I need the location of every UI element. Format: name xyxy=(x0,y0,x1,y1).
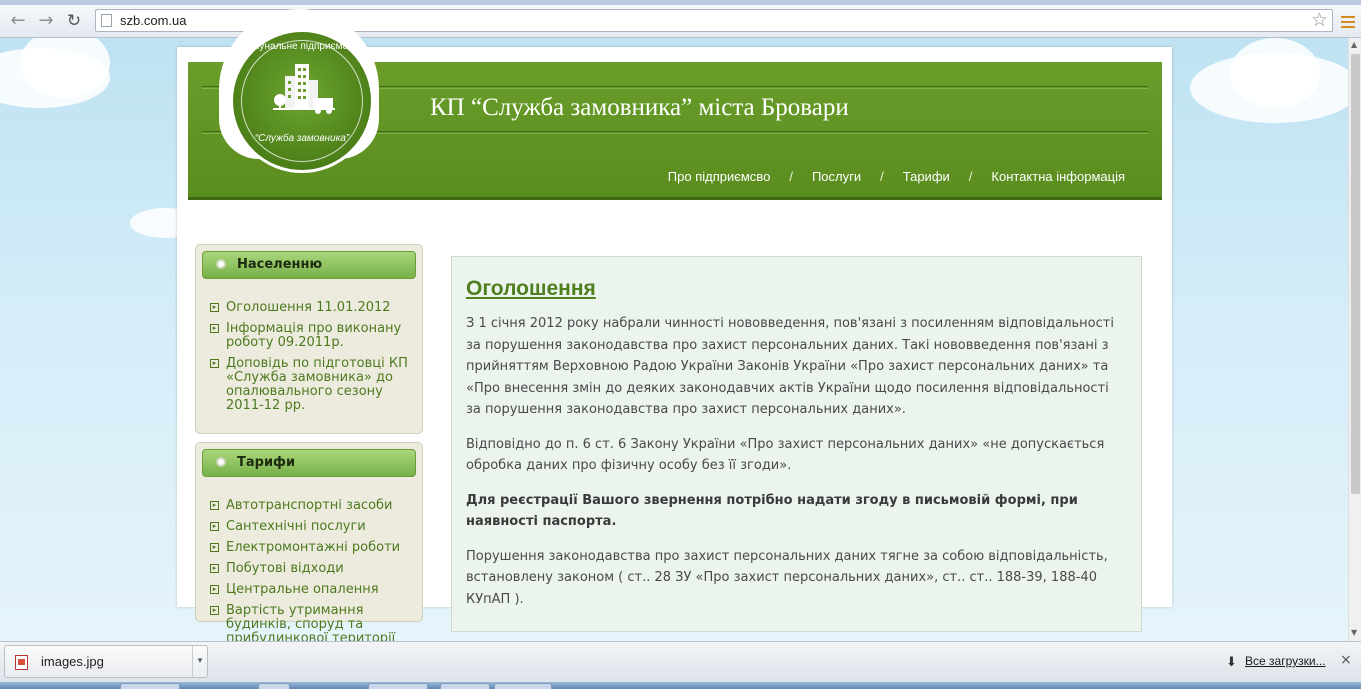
taskbar-button[interactable] xyxy=(440,683,490,689)
reload-icon[interactable]: ↻ xyxy=(62,10,86,32)
nav-item-about[interactable]: Про підприємсво xyxy=(668,169,771,184)
sidebar-link[interactable]: ▸ Оголошення 11.01.2012 xyxy=(210,301,415,315)
main-nav: Про підприємсво / Послуги / Тарифи / Контактна… xyxy=(667,169,1125,184)
sidebar-box-title: Населенню xyxy=(237,257,323,272)
image-file-icon xyxy=(15,655,28,670)
taskbar-button[interactable] xyxy=(258,683,290,689)
logo-text-top: Комунальне підприємство xyxy=(241,41,363,52)
download-file-name[interactable]: images.jpg xyxy=(41,654,104,669)
sidebar-box-header[interactable]: Тарифи xyxy=(202,449,416,477)
sidebar-link[interactable]: ▸ Доповідь по підготовці КП «Служба замов… xyxy=(210,357,415,413)
url-text[interactable]: szb.com.ua xyxy=(120,13,186,28)
announcement-paragraph: Відповідно до п. 6 ст. 6 Закону України … xyxy=(466,436,1105,474)
close-icon[interactable]: × xyxy=(1340,652,1352,668)
taskbar-button[interactable] xyxy=(368,683,428,689)
site-container: КП “Служба замовника” міста Бровари Про … xyxy=(177,9,1172,646)
scroll-down-icon[interactable]: ▼ xyxy=(1351,628,1357,637)
menu-icon[interactable] xyxy=(1341,16,1355,28)
arrow-box-icon: ▸ xyxy=(210,606,219,615)
nav-item-contacts[interactable]: Контактна інформація xyxy=(991,169,1125,184)
announcement-paragraph: Порушення законодавства про захист персо… xyxy=(466,548,1108,607)
star-icon[interactable]: ☆ xyxy=(1311,9,1328,31)
building-icon xyxy=(273,64,335,114)
arrow-box-icon: ▸ xyxy=(210,585,219,594)
nav-item-tariffs[interactable]: Тарифи xyxy=(903,169,950,184)
sidebar-box-tariffs: Тарифи ▸ Автотранспортні засоби ▸ Сантехні… xyxy=(195,442,423,646)
chevron-down-icon[interactable]: ▾ xyxy=(192,646,207,677)
sidebar-link-list: ▸ Автотранспортні засоби ▸ Сантехнічні пос… xyxy=(210,499,415,646)
taskbar-button[interactable] xyxy=(120,683,180,689)
sidebar-link[interactable]: ▸ Вартість утримання будинків, споруд та … xyxy=(210,604,415,646)
announcement-paragraph: З 1 січня 2012 року набрали чинності нов… xyxy=(466,316,1114,417)
site-title: КП “Служба замовника” міста Бровари xyxy=(430,94,849,121)
arrow-box-icon: ▸ xyxy=(210,324,219,333)
sidebar-link[interactable]: ▸ Побутові відходи xyxy=(210,562,415,576)
sidebar-link[interactable]: ▸ Центральне опалення xyxy=(210,583,415,597)
site-logo[interactable]: Комунальне підприємство “Служба замовник… xyxy=(230,29,374,173)
sidebar-link[interactable]: ▸ Сантехнічні послуги xyxy=(210,520,415,534)
forward-arrow-icon[interactable]: → xyxy=(34,10,58,32)
arrow-box-icon: ▸ xyxy=(210,501,219,510)
browser-toolbar: ← → ↻ szb.com.ua ☆ xyxy=(0,5,1361,38)
cloud-decoration xyxy=(1230,38,1320,108)
nav-item-services[interactable]: Послуги xyxy=(812,169,861,184)
arrow-box-icon: ▸ xyxy=(210,522,219,531)
os-taskbar xyxy=(0,682,1361,689)
page-icon xyxy=(101,14,112,27)
circle-bullet-icon xyxy=(216,259,226,269)
taskbar-button[interactable] xyxy=(494,683,552,689)
sidebar-box-title: Тарифи xyxy=(237,455,296,470)
download-arrow-icon: ⬇ xyxy=(1226,655,1237,670)
sidebar-link[interactable]: ▸ Електромонтажні роботи xyxy=(210,541,415,555)
announcement-notice: Для реєстрації Вашого звернення потрібно… xyxy=(466,492,1078,530)
announcement-title[interactable]: Оголошення xyxy=(466,277,1127,301)
download-bar: images.jpg ▾ ⬇ Все загрузки... × xyxy=(0,641,1361,683)
vertical-scrollbar[interactable]: ▲ ▼ xyxy=(1348,38,1361,641)
scroll-up-icon[interactable]: ▲ xyxy=(1351,40,1357,49)
sidebar-link[interactable]: ▸ Інформація про виконану роботу 09.2011р… xyxy=(210,322,415,350)
sidebar-box-residents: Населенню ▸ Оголошення 11.01.2012 ▸ Інформ… xyxy=(195,244,423,434)
arrow-box-icon: ▸ xyxy=(210,543,219,552)
arrow-box-icon: ▸ xyxy=(210,564,219,573)
arrow-box-icon: ▸ xyxy=(210,303,219,312)
announcement-panel: Оголошення З 1 січня 2012 року набрали ч… xyxy=(451,256,1142,632)
arrow-box-icon: ▸ xyxy=(210,359,219,368)
all-downloads-link[interactable]: Все загрузки... xyxy=(1245,654,1326,668)
back-arrow-icon[interactable]: ← xyxy=(6,10,30,32)
logo-text-bottom: “Служба замовника” xyxy=(254,133,350,144)
download-item[interactable]: images.jpg ▾ xyxy=(4,645,208,678)
scroll-thumb[interactable] xyxy=(1351,54,1360,494)
sidebar-link[interactable]: ▸ Автотранспортні засоби xyxy=(210,499,415,513)
sidebar-box-header[interactable]: Населенню xyxy=(202,251,416,279)
sidebar-link-list: ▸ Оголошення 11.01.2012 ▸ Інформація про в… xyxy=(210,301,415,413)
circle-bullet-icon xyxy=(216,457,226,467)
